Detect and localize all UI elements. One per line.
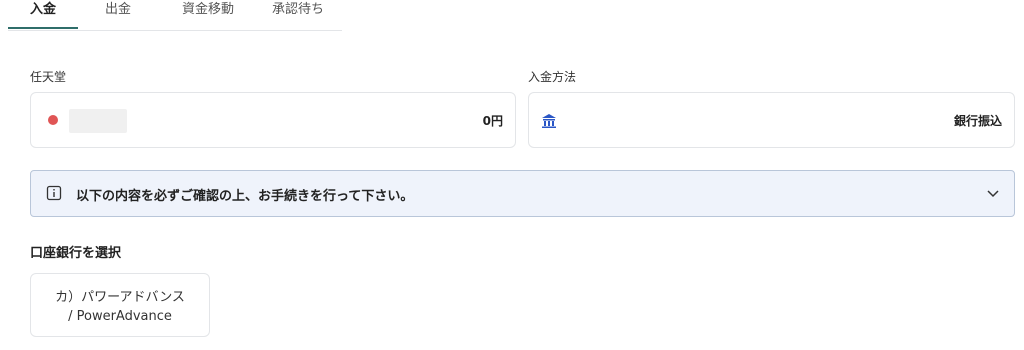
bank-option-name-en: / PowerAdvance [68, 309, 172, 324]
bank-icon [542, 114, 556, 128]
account-balance: 0円 [482, 114, 503, 128]
notice-accordion[interactable]: 以下の内容を必ずご確認の上、お手続きを行って下さい。 [30, 170, 1015, 217]
chevron-down-icon[interactable] [986, 186, 1000, 200]
deposit-method-card[interactable]: 銀行振込 [528, 92, 1015, 148]
tab-pending-approval[interactable]: 承認待ち [263, 0, 333, 29]
notice-text: 以下の内容を必ずご確認の上、お手続きを行って下さい。 [76, 189, 414, 204]
account-card[interactable]: 0円 [30, 92, 516, 148]
deposit-method-label: 入金方法 [528, 70, 577, 84]
bank-selection-title: 口座銀行を選択 [30, 246, 122, 261]
redacted-account-name [69, 109, 127, 133]
status-dot-icon [48, 115, 58, 125]
bank-option[interactable]: カ）パワーアドバンス / PowerAdvance [30, 273, 210, 337]
tab-withdraw[interactable]: 出金 [98, 0, 138, 29]
tab-deposit[interactable]: 入金 [8, 0, 78, 29]
tab-fund-transfer[interactable]: 資金移動 [168, 0, 248, 29]
account-label: 任天堂 [30, 70, 67, 84]
tab-bar: 入金 出金 資金移動 承認待ち [8, 0, 342, 31]
deposit-method-value: 銀行振込 [953, 114, 1002, 128]
bank-option-name-ja: カ）パワーアドバンス [55, 290, 185, 305]
info-icon [46, 185, 62, 201]
